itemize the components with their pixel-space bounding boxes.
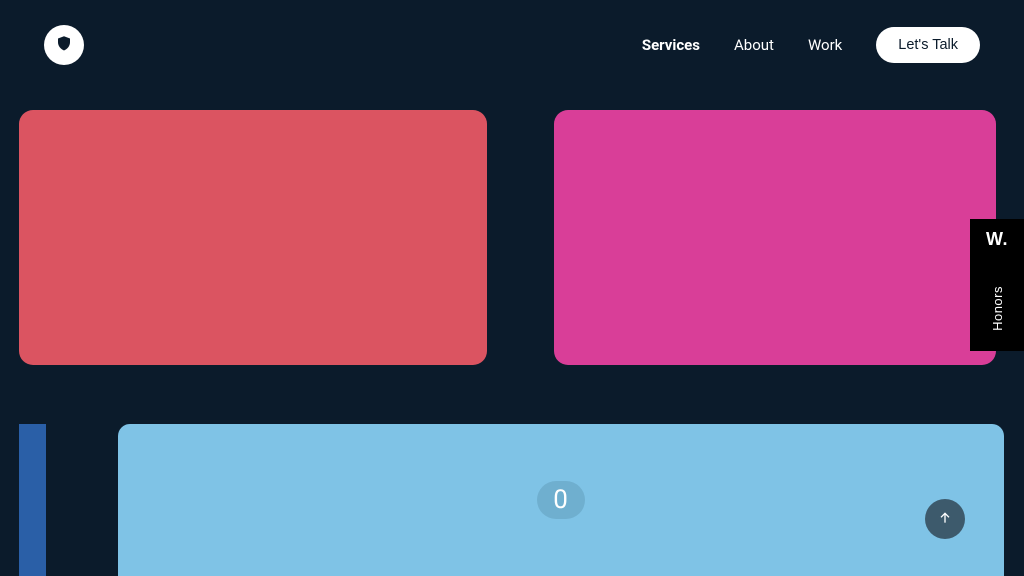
stat-counter-pill: 0 xyxy=(537,481,585,519)
logo-shield-icon xyxy=(55,34,73,56)
awwwards-label: Honors xyxy=(990,286,1005,331)
stats-strip-accent-bar xyxy=(19,424,46,576)
nav-link-services[interactable]: Services xyxy=(642,36,700,54)
awwwards-mark-icon: W. xyxy=(986,229,1008,250)
primary-nav: Services About Work Let's Talk xyxy=(642,27,980,63)
feature-card-red[interactable] xyxy=(19,110,487,365)
feature-card-pink[interactable] xyxy=(554,110,996,365)
stats-strip-main: 0 xyxy=(118,424,1004,576)
logo[interactable] xyxy=(44,25,84,65)
feature-cards-row xyxy=(19,110,1024,365)
awwwards-badge[interactable]: W. Honors xyxy=(970,219,1024,351)
stat-counter-value: 0 xyxy=(553,485,569,515)
nav-link-about[interactable]: About xyxy=(734,36,774,54)
lets-talk-button[interactable]: Let's Talk xyxy=(876,27,980,63)
nav-link-work[interactable]: Work xyxy=(808,36,842,54)
scroll-to-top-button[interactable] xyxy=(925,499,965,539)
stats-strip: 0 xyxy=(19,424,1004,576)
arrow-up-icon xyxy=(937,510,953,529)
site-header: Services About Work Let's Talk xyxy=(0,0,1024,90)
